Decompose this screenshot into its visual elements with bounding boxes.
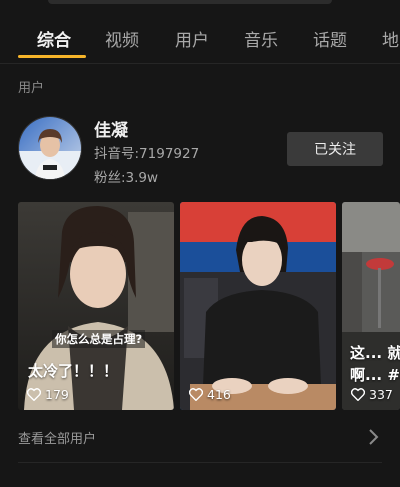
video-caption: 太冷了！！！ [28,362,119,380]
video-card-list: 你怎么总是占理? 太冷了！！！ 179 416 这... 就 啊... # 33… [0,202,400,410]
user-name[interactable]: 佳凝 [94,116,128,141]
heart-icon [189,388,203,401]
active-tab-indicator [18,55,86,58]
tab-video[interactable]: 视频 [105,26,139,51]
tab-comprehensive[interactable]: 综合 [37,26,71,51]
section-title: 用户 [18,81,45,96]
tab-music[interactable]: 音乐 [244,26,278,51]
user-fans-count: 粉丝:3.9w [94,170,159,186]
tab-topics[interactable]: 话题 [313,26,347,51]
like-count-value: 337 [369,387,393,402]
top-search-bar[interactable] [0,0,400,6]
divider [18,462,382,463]
avatar-image [19,117,81,179]
video-overlay-text: 你怎么总是占理? [52,330,146,348]
video-card[interactable]: 你怎么总是占理? 太冷了！！！ 179 [18,202,174,410]
tab-users[interactable]: 用户 [175,26,209,51]
video-caption: 这... 就是 [350,344,400,362]
video-caption-line2: 啊... #电 [350,366,400,384]
heart-icon [351,388,365,401]
chevron-right-icon[interactable] [368,428,380,446]
like-count-value: 179 [45,387,69,402]
like-count: 337 [351,387,393,402]
video-card[interactable]: 416 [180,202,336,410]
heart-icon [27,388,41,401]
see-all-users-link[interactable]: 查看全部用户 [18,428,96,447]
like-count: 416 [189,387,231,402]
avatar[interactable] [18,116,82,180]
user-douyin-id: 抖音号:7197927 [94,146,200,162]
tab-location[interactable]: 地 [382,26,399,51]
followed-button[interactable]: 已关注 [287,132,383,166]
like-count-value: 416 [207,387,231,402]
video-thumbnail [180,202,336,410]
divider [0,63,400,64]
search-box[interactable] [48,0,332,4]
video-card[interactable]: 这... 就是 啊... #电 337 [342,202,400,410]
like-count: 179 [27,387,69,402]
